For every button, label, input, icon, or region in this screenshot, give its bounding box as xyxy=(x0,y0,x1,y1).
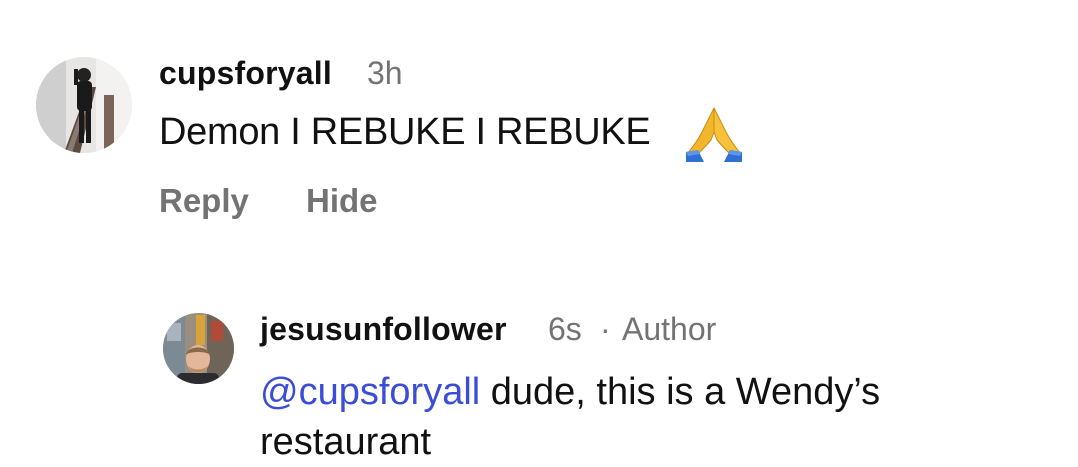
reply-text: @cupsforyall dude, this is a Wendy’s res… xyxy=(260,367,1020,467)
mention-link[interactable]: @cupsforyall xyxy=(260,371,480,413)
author-badge: Author xyxy=(622,311,717,347)
reply-button[interactable]: Reply xyxy=(159,182,249,220)
hide-button[interactable]: Hide xyxy=(306,182,378,220)
avatar[interactable] xyxy=(36,57,132,153)
comment-text: Demon I REBUKE I REBUKE xyxy=(159,111,651,153)
comment-timestamp: 3h xyxy=(367,55,403,91)
reply-username[interactable]: jesusunfollower xyxy=(260,311,507,348)
comment-username[interactable]: cupsforyall xyxy=(159,55,332,92)
praying-hands-icon xyxy=(684,106,744,162)
reply-avatar-photo xyxy=(163,313,234,384)
comment-thread: cupsforyall 3h Demon I REBUKE I REBUKE R… xyxy=(0,0,1078,465)
reply-avatar[interactable] xyxy=(163,313,234,384)
avatar-photo xyxy=(36,57,132,153)
meta-separator: · xyxy=(600,311,611,347)
reply-timestamp: 6s xyxy=(548,311,582,347)
